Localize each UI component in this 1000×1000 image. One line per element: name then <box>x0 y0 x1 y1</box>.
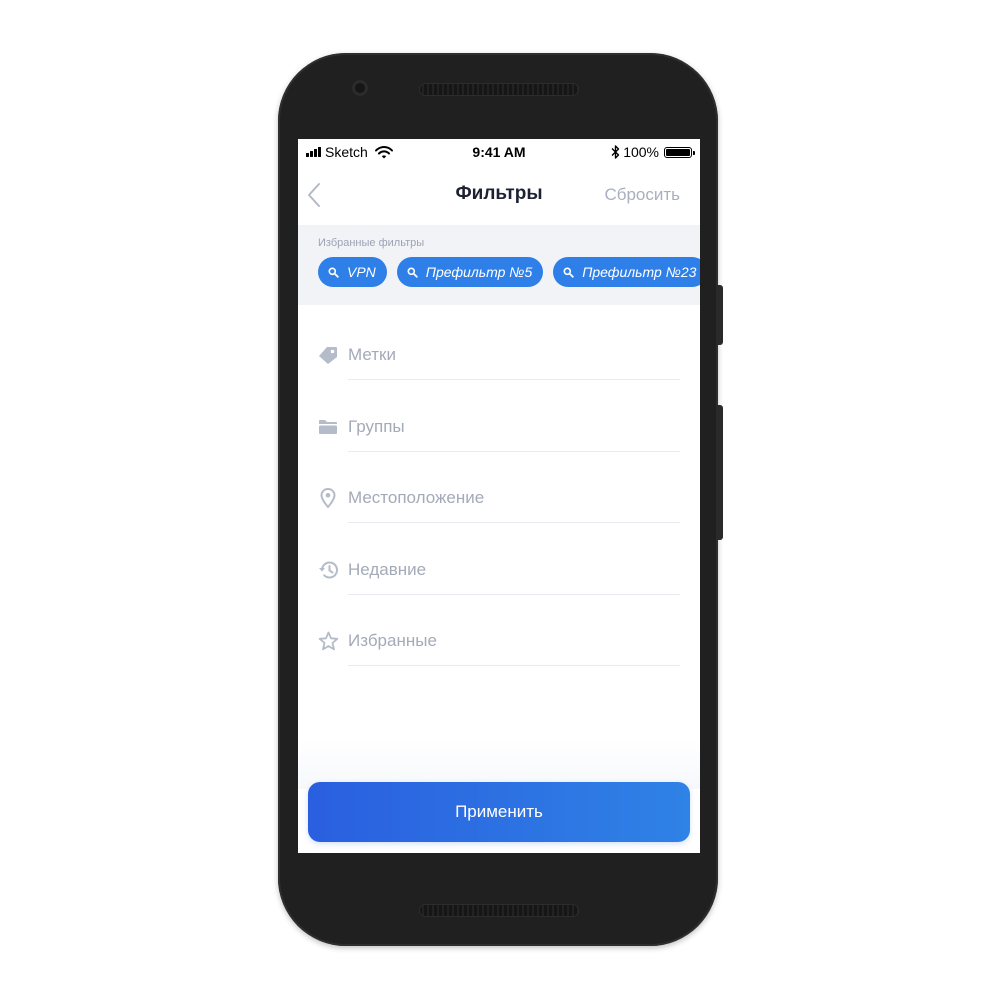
search-icon <box>328 267 339 278</box>
chip-vpn[interactable]: VPN <box>318 257 387 287</box>
search-icon <box>407 267 418 278</box>
filter-label: Метки <box>348 345 396 364</box>
power-button <box>716 285 723 345</box>
filter-row-tags[interactable]: Метки <box>298 329 700 389</box>
star-icon <box>317 630 339 652</box>
front-camera <box>352 80 368 96</box>
chip-prefilter-23[interactable]: Префильтр №23 <box>553 257 700 287</box>
filter-label: Недавние <box>348 560 427 579</box>
filter-row-location[interactable]: Местоположение <box>298 472 700 532</box>
top-speaker <box>419 83 579 96</box>
divider <box>348 522 680 523</box>
bottom-speaker <box>419 904 579 917</box>
filter-label: Избранные <box>348 631 437 650</box>
favorite-filters: Избранные фильтры VPN Префильтр №5 Префи… <box>298 225 700 305</box>
favorite-filters-label: Избранные фильтры <box>318 237 425 249</box>
search-icon <box>563 267 574 278</box>
chip-label: Префильтр №23 <box>582 264 697 280</box>
filter-label: Группы <box>348 417 405 436</box>
reset-button[interactable]: Сбросить <box>604 185 680 205</box>
chip-prefilter-5[interactable]: Префильтр №5 <box>396 257 544 287</box>
app-screen: Sketch 9:41 AM 100% Фильтры Сбросить Изб… <box>298 139 700 853</box>
divider <box>348 594 680 595</box>
volume-button <box>716 405 723 540</box>
filter-row-recent[interactable]: Недавние <box>298 544 700 604</box>
battery-percent: 100% <box>623 144 659 160</box>
folder-icon <box>317 416 339 438</box>
apply-button[interactable]: Применить <box>308 782 690 842</box>
divider <box>348 379 680 380</box>
navigation-bar: Фильтры Сбросить <box>298 169 700 223</box>
chip-label: Префильтр №5 <box>425 264 533 280</box>
battery-icon <box>664 146 695 158</box>
filter-row-favorites[interactable]: Избранные <box>298 615 700 675</box>
tag-icon <box>317 344 339 366</box>
history-icon <box>317 559 339 581</box>
location-pin-icon <box>317 487 339 509</box>
chip-label: VPN <box>347 264 376 280</box>
status-bar: Sketch 9:41 AM 100% <box>298 139 700 165</box>
bluetooth-icon <box>611 145 620 159</box>
filter-label: Местоположение <box>348 488 485 507</box>
divider <box>348 451 680 452</box>
favorite-chips[interactable]: VPN Префильтр №5 Префильтр №23 <box>318 257 700 287</box>
filter-row-groups[interactable]: Группы <box>298 401 700 461</box>
status-right: 100% <box>611 144 695 160</box>
divider <box>348 665 680 666</box>
